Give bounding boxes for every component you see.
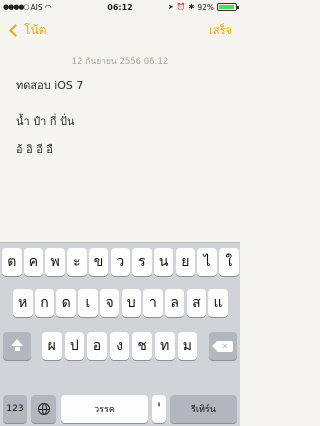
- chevron-left-icon: [9, 23, 22, 37]
- keyboard-row-1: ตคพะขวรนยไใ: [0, 248, 240, 276]
- signal-strength-icon: ●●●●○: [3, 3, 30, 11]
- keyboard-row-2: หกดเจบาลสแ: [0, 289, 240, 317]
- globe-key[interactable]: [31, 395, 56, 423]
- letter-key[interactable]: ม: [177, 332, 198, 360]
- letter-key[interactable]: ป: [64, 332, 85, 360]
- keyboard-row-4: 123 วรรค ' รีเทิร์น: [0, 395, 240, 423]
- note-line[interactable]: ทดสอบ iOS 7: [16, 76, 83, 94]
- thai-keyboard: ตคพะขวรนยไใ หกดเจบาลสแ ✕ ผปองชทม 123 วรร…: [0, 242, 240, 426]
- apostrophe-key[interactable]: ': [152, 395, 166, 423]
- letter-key[interactable]: อ: [87, 332, 107, 360]
- letter-key[interactable]: ด: [56, 289, 76, 317]
- letter-key[interactable]: แ: [208, 289, 228, 317]
- carrier-name: AIS: [30, 2, 43, 12]
- location-arrow-icon: ➤: [167, 3, 174, 11]
- bluetooth-icon: ✱: [188, 3, 195, 11]
- letter-key[interactable]: ค: [23, 248, 44, 276]
- battery-fill: [219, 5, 234, 9]
- backspace-icon: ✕: [212, 340, 233, 352]
- battery-icon: [217, 3, 239, 11]
- shift-arrow-icon: [11, 339, 23, 351]
- back-button-label: โน้ต: [24, 22, 47, 37]
- numbers-key[interactable]: 123: [3, 395, 27, 423]
- letter-key[interactable]: ท: [155, 332, 175, 360]
- wifi-icon: ◠: [44, 2, 52, 12]
- done-button[interactable]: เสร็จ: [209, 21, 232, 39]
- letter-key[interactable]: ส: [186, 289, 207, 317]
- battery-percent: 92%: [197, 2, 214, 12]
- globe-icon: [37, 403, 50, 415]
- letter-key[interactable]: า: [143, 289, 163, 317]
- navigation-bar: โน้ต เสร็จ: [0, 14, 240, 46]
- letter-key[interactable]: ช: [132, 332, 152, 360]
- letter-key[interactable]: ร: [132, 248, 152, 276]
- status-bar: ●●●●○ AIS ◠ 06:12 ➤ ⏰ ✱ 92%: [0, 0, 240, 14]
- status-time: 06:12: [107, 2, 133, 12]
- letter-key[interactable]: น: [153, 248, 174, 276]
- letter-key[interactable]: ข: [88, 248, 109, 276]
- alarm-icon: ⏰: [176, 3, 186, 11]
- delete-key[interactable]: ✕: [209, 332, 237, 360]
- letter-key[interactable]: จ: [99, 289, 120, 317]
- space-key[interactable]: วรรค: [61, 395, 148, 423]
- letter-key[interactable]: ย: [175, 248, 196, 276]
- return-key[interactable]: รีเทิร์น: [170, 395, 237, 423]
- letter-key[interactable]: เ: [78, 289, 98, 317]
- letter-key[interactable]: ผ: [42, 332, 62, 360]
- shift-key[interactable]: [3, 332, 31, 360]
- keyboard-row-3: ✕ ผปองชทม: [0, 332, 240, 360]
- back-button[interactable]: โน้ต: [8, 21, 46, 40]
- letter-key[interactable]: ต: [2, 248, 22, 276]
- letter-key[interactable]: ใ: [219, 248, 239, 276]
- letter-key[interactable]: บ: [121, 289, 141, 317]
- note-line[interactable]: อ้ อิ อี อื: [16, 140, 53, 158]
- letter-key[interactable]: ล: [164, 289, 185, 317]
- letter-key[interactable]: ก: [34, 289, 55, 317]
- letter-key[interactable]: ง: [109, 332, 130, 360]
- letter-key[interactable]: ไ: [197, 248, 217, 276]
- letter-key[interactable]: พ: [45, 248, 65, 276]
- letter-key[interactable]: ะ: [67, 248, 87, 276]
- note-date: 12 กันยายน 2556 06:12: [71, 57, 169, 67]
- letter-key[interactable]: ห: [13, 289, 33, 317]
- letter-key[interactable]: ว: [110, 248, 130, 276]
- note-line[interactable]: น้ำ ปำ กี่ ปั่น: [16, 112, 75, 130]
